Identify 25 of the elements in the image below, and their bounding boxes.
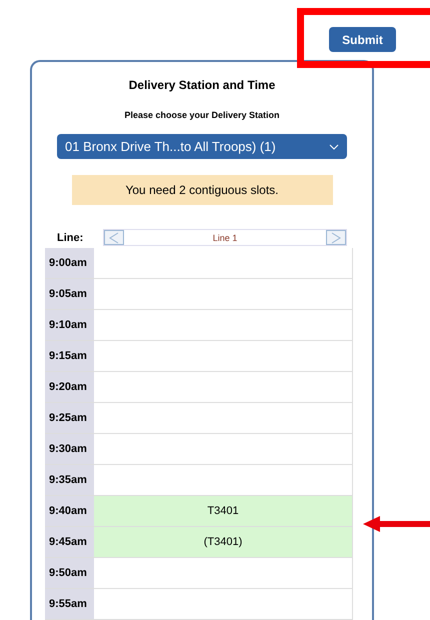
station-prompt: Please choose your Delivery Station <box>124 110 280 120</box>
notice-banner: You need 2 contiguous slots. <box>72 175 332 205</box>
time-label: 9:20am <box>45 372 94 402</box>
time-label: 9:40am <box>45 496 94 526</box>
submit-button[interactable]: Submit <box>329 27 396 52</box>
time-label: 9:50am <box>45 558 94 588</box>
previous-button[interactable] <box>104 230 124 245</box>
time-label: 9:10am <box>45 310 94 340</box>
time-label: 9:35am <box>45 465 94 495</box>
station-value: 01 Bronx Drive Th...to All Troops) (1) <box>65 139 276 154</box>
time-label: 9:55am <box>45 589 94 619</box>
booked-slot[interactable]: T3401 <box>94 496 353 526</box>
line-label: Line: <box>57 232 84 244</box>
time-label: 9:30am <box>45 434 94 464</box>
time-label: 9:05am <box>45 279 94 309</box>
time-label: 9:00am <box>45 248 94 278</box>
booked-slot[interactable]: (T3401) <box>94 527 353 557</box>
station-select[interactable]: 01 Bronx Drive Th...to All Troops) (1) <box>57 134 347 159</box>
panel-title: Delivery Station and Time <box>128 78 276 92</box>
time-label: 9:45am <box>45 527 94 557</box>
chevron-icon <box>329 144 339 150</box>
next-button[interactable] <box>326 230 346 245</box>
time-label: 9:25am <box>45 403 94 433</box>
time-label: 9:15am <box>45 341 94 371</box>
line-name: Line 1 <box>212 232 238 242</box>
